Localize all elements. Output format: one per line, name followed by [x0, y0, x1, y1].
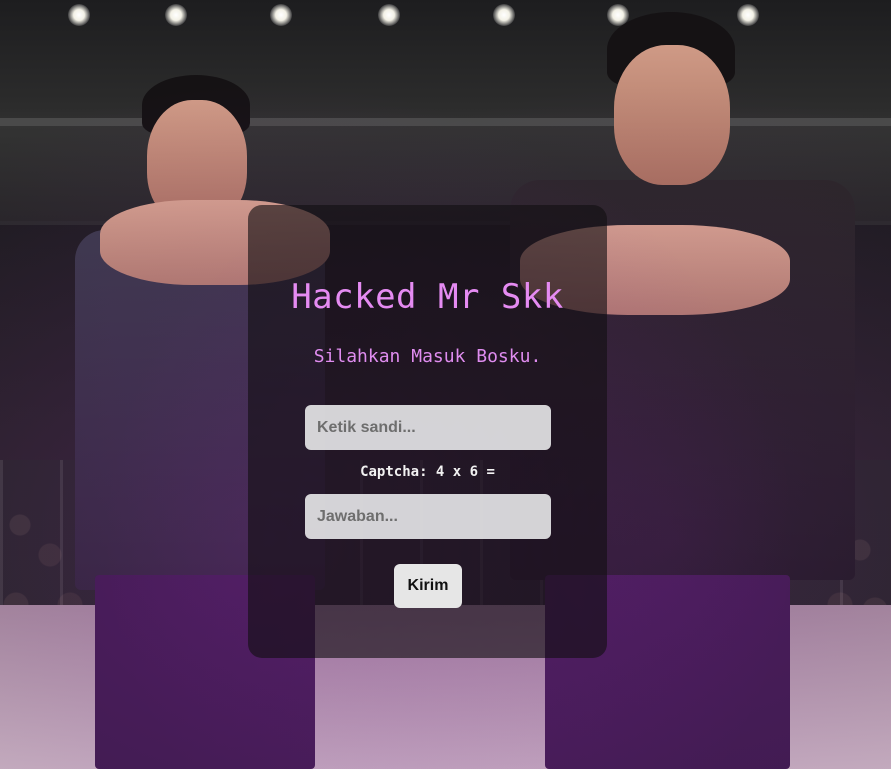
- page-title: Hacked Mr Skk: [291, 277, 564, 317]
- captcha-question: Captcha: 4 x 6 =: [360, 464, 495, 480]
- login-card: Hacked Mr Skk Silahkan Masuk Bosku. Capt…: [248, 205, 607, 658]
- submit-button[interactable]: Kirim: [394, 564, 462, 608]
- captcha-answer-input[interactable]: [305, 494, 551, 539]
- subtitle: Silahkan Masuk Bosku.: [313, 346, 542, 367]
- password-input[interactable]: [305, 405, 551, 450]
